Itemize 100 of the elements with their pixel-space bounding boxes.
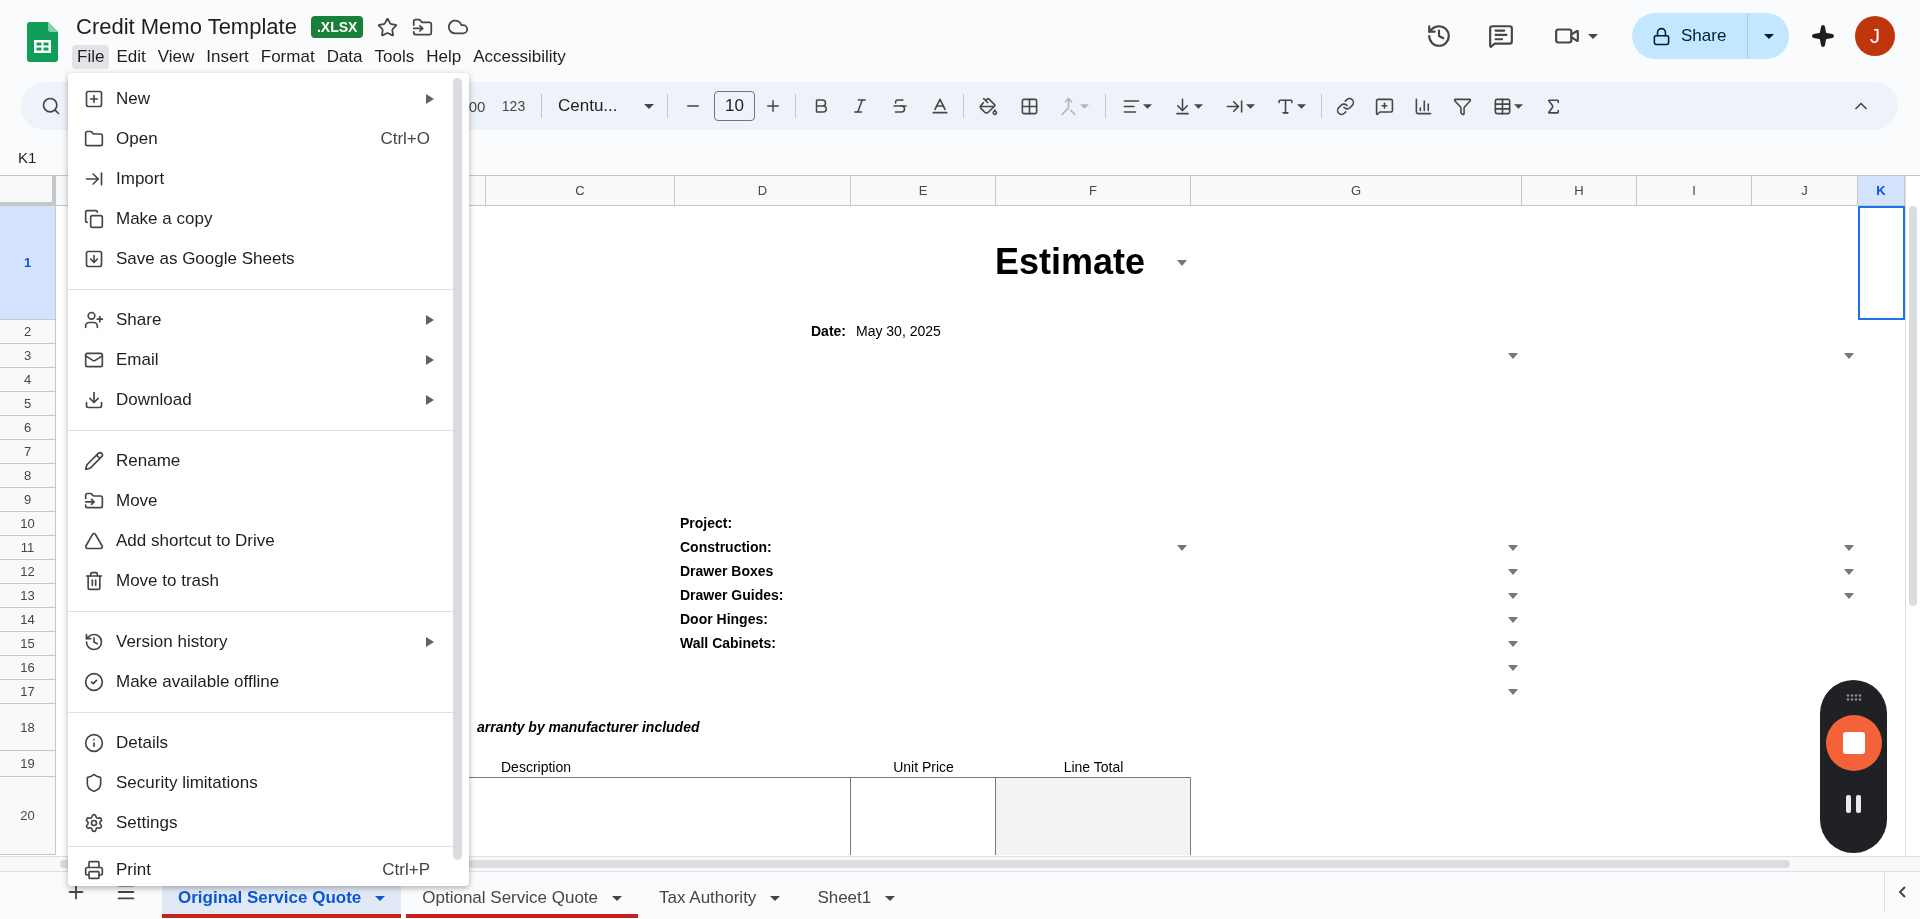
italic-icon[interactable] (851, 97, 869, 115)
row-header[interactable]: 14 (0, 608, 56, 632)
row-header[interactable]: 3 (0, 344, 56, 368)
dropdown-caret-icon[interactable] (1508, 569, 1518, 575)
caret-icon[interactable] (1194, 103, 1203, 109)
row-header[interactable]: 7 (0, 440, 56, 464)
menu-item[interactable]: Share (68, 300, 453, 340)
row-header[interactable]: 11 (0, 536, 56, 560)
column-header[interactable]: C (486, 176, 675, 206)
sparkle-icon[interactable] (1811, 24, 1835, 48)
text-rotate-icon[interactable] (1276, 96, 1295, 116)
dropdown-caret-icon[interactable] (1508, 641, 1518, 647)
menu-item[interactable]: View (152, 45, 200, 69)
row-header[interactable]: 16 (0, 656, 56, 680)
dropdown-caret-icon[interactable] (1508, 617, 1518, 623)
row-header[interactable]: 13 (0, 584, 56, 608)
row-header[interactable]: 1 (0, 206, 56, 320)
menu-item[interactable]: Move to trash (68, 561, 453, 601)
dropdown-caret-icon[interactable] (1508, 689, 1518, 695)
row-header[interactable]: 20 (0, 777, 56, 855)
column-header[interactable]: I (1637, 176, 1752, 206)
dropdown-caret-icon[interactable] (1844, 569, 1854, 575)
row-header[interactable]: 18 (0, 704, 56, 751)
menu-item[interactable]: Save as Google Sheets (68, 239, 453, 279)
menu-item[interactable]: Tools (369, 45, 420, 69)
increase-icon[interactable] (764, 97, 782, 115)
dropdown-caret-icon[interactable] (1177, 260, 1187, 266)
comment-icon[interactable] (1488, 23, 1514, 49)
dropdown-caret-icon[interactable] (1844, 353, 1854, 359)
row-header[interactable]: 12 (0, 560, 56, 584)
number-format-button[interactable]: 123 (492, 98, 535, 114)
menu-item[interactable]: Email (68, 340, 453, 380)
link-icon[interactable] (1335, 96, 1355, 116)
dropdown-caret-icon[interactable] (1508, 545, 1518, 551)
chart-icon[interactable] (1414, 96, 1433, 116)
row-header[interactable]: 8 (0, 464, 56, 488)
menu-item[interactable]: Settings (68, 803, 453, 843)
row-header[interactable]: 15 (0, 632, 56, 656)
menu-item[interactable]: Move (68, 481, 453, 521)
row-header[interactable]: 9 (0, 488, 56, 512)
caret-icon[interactable] (1297, 103, 1306, 109)
dropdown-caret-icon[interactable] (1844, 593, 1854, 599)
scrollbar-thumb[interactable] (453, 78, 462, 860)
fill-color-icon[interactable] (978, 96, 998, 116)
pause-button[interactable] (1846, 795, 1861, 813)
filter-icon[interactable] (1453, 96, 1472, 116)
dropdown-caret-icon[interactable] (1177, 545, 1187, 551)
menu-item[interactable]: Data (321, 45, 368, 69)
menu-item[interactable]: Open Ctrl+O (68, 119, 453, 159)
name-box[interactable]: K1 (18, 149, 37, 166)
menu-item[interactable]: Security limitations (68, 763, 453, 803)
column-header[interactable]: H (1522, 176, 1637, 206)
menu-item[interactable]: Help (421, 45, 467, 69)
menu-item[interactable]: Edit (111, 45, 151, 69)
menu-item[interactable]: Rename (68, 441, 453, 481)
dropdown-caret-icon[interactable] (1508, 665, 1518, 671)
menu-item[interactable]: Details (68, 723, 453, 763)
grip-icon[interactable] (1845, 694, 1862, 701)
column-header[interactable]: E (851, 176, 996, 206)
menu-item[interactable]: Download (68, 380, 453, 420)
menu-item[interactable]: New (68, 79, 453, 119)
menu-item[interactable]: Add shortcut to Drive (68, 521, 453, 561)
column-header[interactable]: J (1752, 176, 1858, 206)
dropdown-caret-icon[interactable] (1508, 353, 1518, 359)
menu-item[interactable]: Make a copy (68, 199, 453, 239)
row-header[interactable]: 2 (0, 320, 56, 344)
menu-item[interactable]: Make available offline (68, 662, 453, 702)
caret-icon[interactable] (1143, 103, 1152, 109)
star-icon[interactable] (377, 16, 399, 38)
menu-item[interactable]: File (72, 45, 110, 69)
row-header[interactable]: 4 (0, 368, 56, 392)
scrollbar-thumb[interactable] (1909, 206, 1917, 606)
font-dropdown[interactable]: Centu... (548, 96, 660, 116)
menu-item[interactable]: Accessibility (468, 45, 571, 69)
row-header[interactable]: 6 (0, 416, 56, 440)
dropdown-caret-icon[interactable] (1844, 545, 1854, 551)
strikethrough-icon[interactable] (891, 97, 909, 115)
column-header[interactable]: D (675, 176, 851, 206)
selected-cell[interactable] (1858, 206, 1905, 320)
folder-arrow-icon[interactable] (412, 16, 434, 38)
avatar[interactable]: J (1855, 16, 1895, 56)
table-icon[interactable] (1493, 96, 1512, 116)
row-header[interactable]: 10 (0, 512, 56, 536)
text-color-icon[interactable] (930, 96, 950, 116)
caret-icon[interactable] (1245, 103, 1255, 109)
caret-icon[interactable] (1514, 103, 1523, 109)
caret-icon[interactable] (1588, 33, 1598, 39)
search-icon[interactable] (41, 96, 61, 116)
row-header[interactable]: 19 (0, 751, 56, 777)
comment-add-icon[interactable] (1374, 96, 1394, 116)
menu-item[interactable]: Format (255, 45, 320, 69)
document-title[interactable]: Credit Memo Template (76, 14, 297, 40)
menu-item[interactable]: Version history (68, 622, 453, 662)
sheets-logo-icon[interactable] (27, 22, 58, 62)
column-header[interactable]: F (996, 176, 1191, 206)
borders-icon[interactable] (1019, 96, 1039, 116)
dropdown-caret-icon[interactable] (1508, 593, 1518, 599)
sheet-tab[interactable]: Sheet1 (801, 878, 912, 918)
menu-item[interactable]: Insert (201, 45, 254, 69)
history-icon[interactable] (1426, 23, 1452, 49)
